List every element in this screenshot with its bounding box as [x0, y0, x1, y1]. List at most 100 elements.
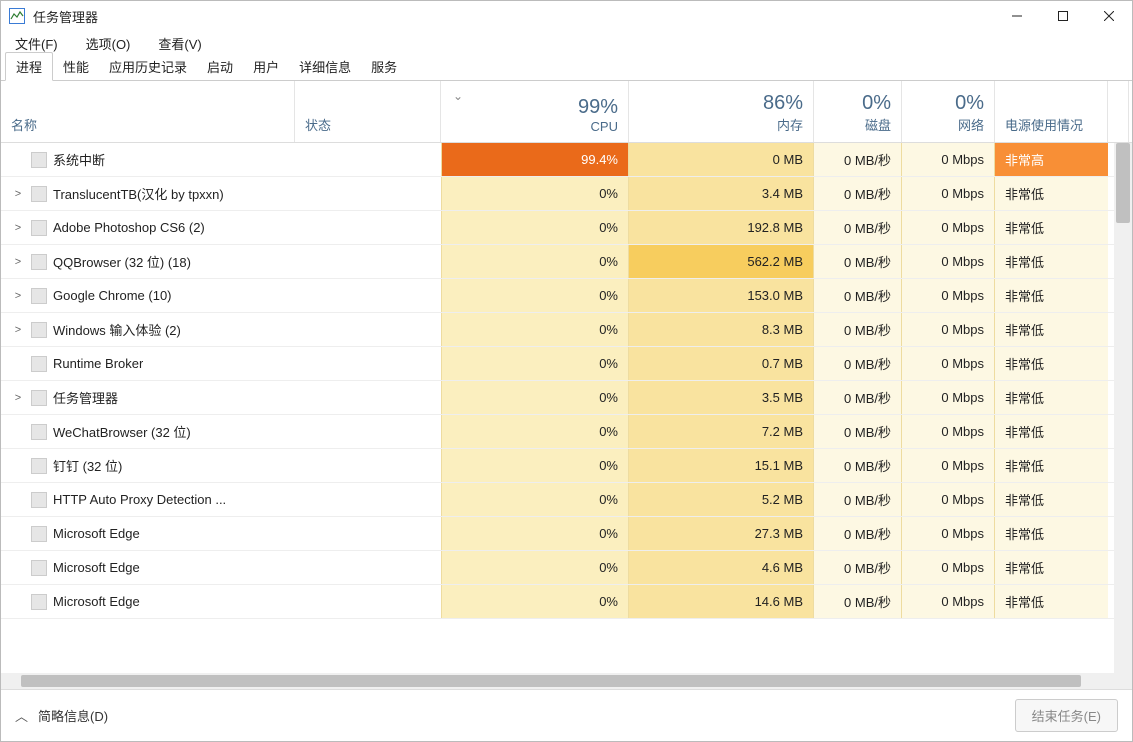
cell-name: >QQBrowser (32 位) (18) — [1, 245, 295, 278]
expander-icon[interactable]: > — [11, 222, 25, 234]
tab-app-history[interactable]: 应用历史记录 — [99, 53, 197, 80]
table-row[interactable]: Microsoft Edge0%14.6 MB0 MB/秒0 Mbps非常低 — [1, 585, 1132, 619]
header-disk[interactable]: 0% 磁盘 — [814, 81, 902, 142]
table-row[interactable]: >Adobe Photoshop CS6 (2)0%192.8 MB0 MB/秒… — [1, 211, 1132, 245]
cell-status — [295, 177, 441, 210]
tab-performance[interactable]: 性能 — [53, 53, 99, 80]
table-row[interactable]: WeChatBrowser (32 位)0%7.2 MB0 MB/秒0 Mbps… — [1, 415, 1132, 449]
cell-power: 非常低 — [995, 177, 1108, 210]
header-memory[interactable]: 86% 内存 — [629, 81, 814, 142]
table-row[interactable]: 钉钉 (32 位)0%15.1 MB0 MB/秒0 Mbps非常低 — [1, 449, 1132, 483]
table-row[interactable]: Runtime Broker0%0.7 MB0 MB/秒0 Mbps非常低 — [1, 347, 1132, 381]
table-row[interactable]: 系统中断99.4%0 MB0 MB/秒0 Mbps非常高 — [1, 143, 1132, 177]
process-name: Windows 输入体验 (2) — [53, 320, 181, 339]
header-power[interactable]: 电源使用情况 — [995, 81, 1108, 142]
chevron-up-icon: ︿ — [15, 706, 28, 725]
cell-status — [295, 517, 441, 550]
expander-icon[interactable]: > — [11, 392, 25, 404]
cell-disk: 0 MB/秒 — [814, 517, 902, 550]
cell-disk: 0 MB/秒 — [814, 313, 902, 346]
cell-name: HTTP Auto Proxy Detection ... — [1, 483, 295, 516]
tab-processes[interactable]: 进程 — [5, 52, 53, 81]
cell-name: Microsoft Edge — [1, 585, 295, 618]
process-icon — [31, 424, 47, 440]
cell-disk: 0 MB/秒 — [814, 143, 902, 176]
tab-startup[interactable]: 启动 — [197, 53, 243, 80]
cell-memory: 153.0 MB — [629, 279, 814, 312]
cell-cpu: 99.4% — [441, 143, 629, 176]
cell-network: 0 Mbps — [902, 279, 995, 312]
cell-name: > Windows 输入体验 (2) — [1, 313, 295, 346]
cell-disk: 0 MB/秒 — [814, 177, 902, 210]
tab-services[interactable]: 服务 — [361, 53, 407, 80]
process-icon — [31, 220, 47, 236]
cell-cpu: 0% — [441, 381, 629, 414]
close-button[interactable] — [1086, 1, 1132, 31]
minimize-button[interactable] — [994, 1, 1040, 31]
column-headers: 名称 状态 ⌄ 99% CPU 86% 内存 0% 磁盘 — [1, 81, 1132, 143]
table-row[interactable]: >Google Chrome (10)0%153.0 MB0 MB/秒0 Mbp… — [1, 279, 1132, 313]
header-cpu[interactable]: ⌄ 99% CPU — [441, 81, 629, 142]
process-name: 钉钉 (32 位) — [53, 456, 122, 475]
table-row[interactable]: >Windows 输入体验 (2)0%8.3 MB0 MB/秒0 Mbps非常低 — [1, 313, 1132, 347]
cell-memory: 0.7 MB — [629, 347, 814, 380]
cell-name: 系统中断 — [1, 143, 295, 176]
header-network[interactable]: 0% 网络 — [902, 81, 995, 142]
cell-power: 非常低 — [995, 347, 1108, 380]
cell-status — [295, 449, 441, 482]
cell-name: Runtime Broker — [1, 347, 295, 380]
header-name[interactable]: 名称 — [1, 81, 295, 142]
table-row[interactable]: >QQBrowser (32 位) (18)0%562.2 MB0 MB/秒0 … — [1, 245, 1132, 279]
vertical-scrollbar[interactable] — [1114, 143, 1132, 673]
horizontal-scrollbar[interactable] — [1, 673, 1132, 689]
cell-cpu: 0% — [441, 211, 629, 244]
menu-view[interactable]: 查看(V) — [150, 32, 209, 55]
process-name: Runtime Broker — [53, 356, 143, 371]
cell-disk: 0 MB/秒 — [814, 585, 902, 618]
cell-power: 非常低 — [995, 211, 1108, 244]
menubar: 文件(F) 选项(O) 查看(V) — [1, 31, 1132, 55]
table-row[interactable]: HTTP Auto Proxy Detection ...0%5.2 MB0 M… — [1, 483, 1132, 517]
cell-network: 0 Mbps — [902, 517, 995, 550]
cell-memory: 0 MB — [629, 143, 814, 176]
end-task-button[interactable]: 结束任务(E) — [1015, 699, 1118, 732]
process-icon — [31, 492, 47, 508]
process-name: Microsoft Edge — [53, 594, 140, 609]
cell-memory: 4.6 MB — [629, 551, 814, 584]
process-name: HTTP Auto Proxy Detection ... — [53, 492, 226, 507]
tab-details[interactable]: 详细信息 — [289, 53, 361, 80]
expander-icon[interactable]: > — [11, 188, 25, 200]
cell-memory: 15.1 MB — [629, 449, 814, 482]
cell-network: 0 Mbps — [902, 177, 995, 210]
cell-network: 0 Mbps — [902, 313, 995, 346]
maximize-button[interactable] — [1040, 1, 1086, 31]
vertical-scrollbar-thumb[interactable] — [1116, 143, 1130, 223]
cell-network: 0 Mbps — [902, 415, 995, 448]
tab-users[interactable]: 用户 — [243, 53, 289, 80]
fewer-details-button[interactable]: ︿ 简略信息(D) — [15, 706, 108, 725]
titlebar: 任务管理器 — [1, 1, 1132, 31]
header-status[interactable]: 状态 — [295, 81, 441, 142]
process-icon — [31, 186, 47, 202]
table-row[interactable]: >任务管理器0%3.5 MB0 MB/秒0 Mbps非常低 — [1, 381, 1132, 415]
expander-icon[interactable]: > — [11, 290, 25, 302]
process-table: 名称 状态 ⌄ 99% CPU 86% 内存 0% 磁盘 — [1, 81, 1132, 689]
cell-name: >Google Chrome (10) — [1, 279, 295, 312]
window-title: 任务管理器 — [33, 7, 98, 26]
expander-icon[interactable]: > — [11, 324, 25, 336]
menu-options[interactable]: 选项(O) — [78, 32, 139, 55]
table-row[interactable]: Microsoft Edge0%4.6 MB0 MB/秒0 Mbps非常低 — [1, 551, 1132, 585]
cell-status — [295, 585, 441, 618]
process-name: 任务管理器 — [53, 388, 118, 407]
cell-memory: 7.2 MB — [629, 415, 814, 448]
horizontal-scrollbar-thumb[interactable] — [21, 675, 1081, 687]
cell-status — [295, 313, 441, 346]
cell-cpu: 0% — [441, 585, 629, 618]
cell-disk: 0 MB/秒 — [814, 551, 902, 584]
table-row[interactable]: >TranslucentTB(汉化 by tpxxn)0%3.4 MB0 MB/… — [1, 177, 1132, 211]
expander-icon[interactable]: > — [11, 256, 25, 268]
cell-status — [295, 483, 441, 516]
cell-power: 非常低 — [995, 415, 1108, 448]
cell-cpu: 0% — [441, 177, 629, 210]
table-row[interactable]: Microsoft Edge0%27.3 MB0 MB/秒0 Mbps非常低 — [1, 517, 1132, 551]
